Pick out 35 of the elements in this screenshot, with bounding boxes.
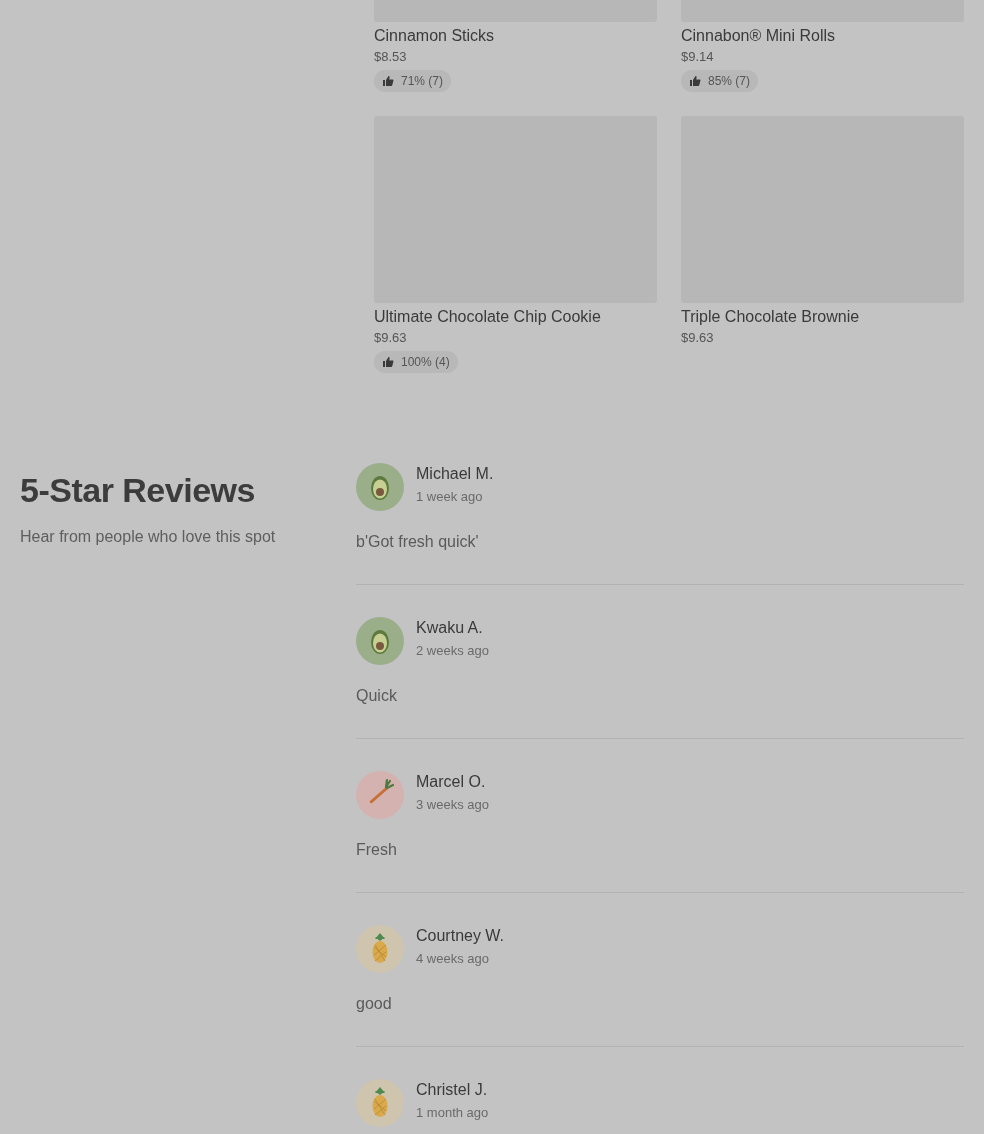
review-text: b'Got fresh quick' bbox=[356, 533, 480, 551]
product-price: $9.63 bbox=[681, 330, 715, 345]
review-date: 1 month ago bbox=[416, 1105, 489, 1120]
reviewer-name: Michael M. bbox=[416, 465, 494, 483]
product-price: $9.63 bbox=[374, 330, 408, 345]
product-name[interactable]: Ultimate Chocolate Chip Cookie bbox=[374, 307, 657, 327]
rating-badge: 100% (4) bbox=[374, 351, 458, 373]
product-name[interactable]: Cinnabon® Mini Rolls bbox=[681, 26, 964, 46]
thumbs-up-icon bbox=[382, 75, 394, 87]
product-price: $8.53 bbox=[374, 49, 408, 64]
avocado-avatar-icon bbox=[356, 617, 404, 665]
reviewer-name: Marcel O. bbox=[416, 773, 487, 791]
pineapple-avatar-icon bbox=[356, 1079, 404, 1127]
carrot-avatar-icon bbox=[356, 771, 404, 819]
rating-badge: 71% (7) bbox=[374, 70, 452, 92]
review-date: 4 weeks ago bbox=[416, 951, 490, 966]
review-text: good bbox=[356, 995, 393, 1013]
thumbs-up-icon bbox=[382, 356, 394, 368]
review-text: Quick bbox=[356, 687, 398, 705]
rating-badge: 85% (7) bbox=[681, 70, 759, 92]
section-subtitle: Hear from people who love this spot bbox=[20, 528, 277, 546]
section-title: 5-Star Reviews bbox=[20, 471, 256, 510]
thumbs-up-icon bbox=[689, 75, 701, 87]
product-name[interactable]: Triple Chocolate Brownie bbox=[681, 307, 964, 327]
review-date: 2 weeks ago bbox=[416, 643, 489, 658]
review-date: 3 weeks ago bbox=[416, 797, 489, 812]
reviewer-name: Christel J. bbox=[416, 1081, 489, 1099]
product-name[interactable]: Cinnamon Sticks bbox=[374, 26, 657, 46]
review-text: Fresh bbox=[356, 841, 398, 859]
pineapple-avatar-icon bbox=[356, 925, 404, 973]
product-price: $9.14 bbox=[681, 49, 715, 64]
avocado-avatar-icon bbox=[356, 463, 404, 511]
reviewer-name: Kwaku A. bbox=[416, 619, 484, 637]
reviewer-name: Courtney W. bbox=[416, 927, 505, 945]
review-date: 1 week ago bbox=[416, 489, 484, 504]
